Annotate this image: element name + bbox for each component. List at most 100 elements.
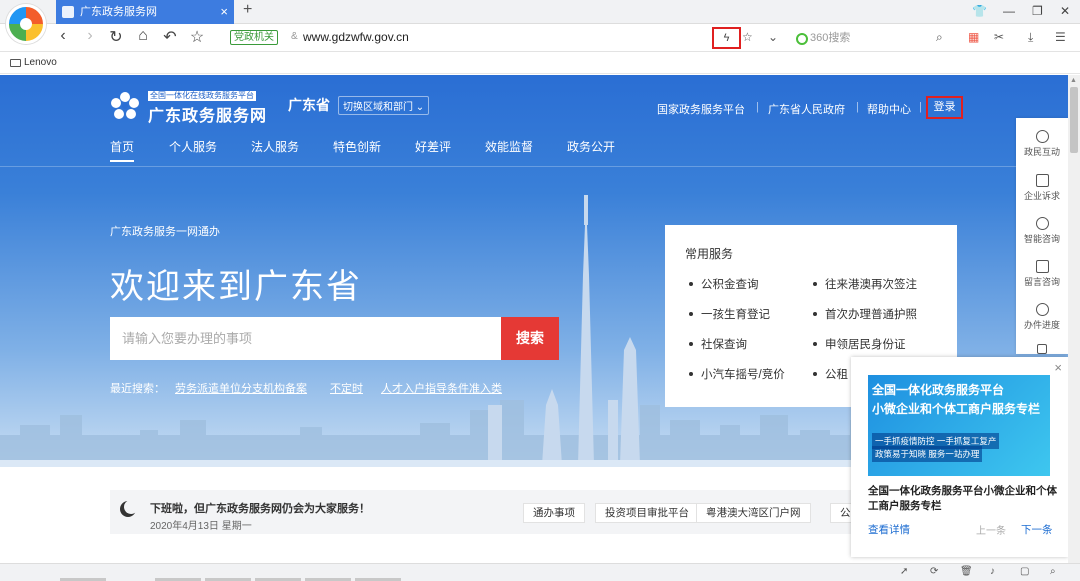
sidebar-item-smart-consult[interactable]: 智能咨询	[1016, 217, 1068, 245]
provincial-gov-link[interactable]: 广东省人民政府	[768, 101, 845, 117]
zoom-icon[interactable]: ▢	[1020, 566, 1029, 577]
bookmark-star-icon[interactable]: ☆	[742, 30, 753, 44]
back-icon[interactable]: ‹	[53, 27, 73, 45]
divider: |	[756, 101, 759, 113]
scissors-icon[interactable]: ✂	[994, 30, 1004, 44]
quick-link[interactable]: 粤港澳大湾区门户网	[696, 503, 811, 523]
quick-link[interactable]: 通办事项	[523, 503, 585, 523]
favorite-star-icon[interactable]: ☆	[187, 27, 207, 47]
banner-tag: 政策易于知晓 服务一站办理	[872, 446, 983, 462]
scroll-up-icon[interactable]: ▲	[1070, 77, 1077, 84]
web-page: 全国一体化在线政务服务平台 广东政务服务网 广东省 切换区域和部门 ⌄ 国家政务…	[0, 75, 1068, 563]
promo-banner[interactable]: 全国一体化政务服务平台 小微企业和个体工商户服务专栏 一手抓疫情防控 一手抓复工…	[868, 375, 1050, 476]
bookmark-bar: Lenovo	[0, 53, 1080, 74]
logo-name: 广东政务服务网	[148, 108, 268, 125]
popup-title[interactable]: 全国一体化政务服务平台小微企业和个体工商户服务专栏	[868, 484, 1058, 514]
service-link[interactable]: 首次办理普通护照	[813, 306, 917, 322]
chat-icon	[1035, 130, 1049, 143]
speed-mode-icon[interactable]: ϟ	[712, 27, 741, 49]
nav-divider	[0, 166, 1068, 167]
sidebar-item-interaction[interactable]: 政民互动	[1016, 130, 1068, 158]
recent-search-link[interactable]: 不定时	[330, 380, 363, 396]
undo-icon[interactable]: ↶	[160, 27, 180, 47]
notice-strip: 下班啦，但广东政务服务网仍会为大家服务！ 2020年4月13日 星期一 通办事项…	[110, 490, 890, 534]
folder-icon	[10, 59, 21, 67]
nav-corporate[interactable]: 法人服务	[251, 138, 299, 155]
address-bar: ‹ › ↻ ⌂ ↶ ☆ 党政机关 & www.gdzwfw.gov.cn ϟ ☆…	[0, 24, 1080, 52]
search-button[interactable]: 搜索	[501, 317, 559, 360]
service-link[interactable]: 往来港澳再次签注	[813, 276, 917, 292]
nav-disclosure[interactable]: 政务公开	[567, 138, 615, 155]
url-field[interactable]: www.gdzwfw.gov.cn	[303, 30, 409, 44]
service-link[interactable]: 公积金查询	[689, 276, 759, 292]
magnifier-icon[interactable]: ⌕	[1050, 566, 1056, 577]
service-link[interactable]: 小汽车摇号/竞价	[689, 366, 785, 382]
flower-logo-icon	[111, 92, 139, 119]
login-button[interactable]: 登录	[926, 96, 963, 119]
menu-icon[interactable]: ☰	[1055, 30, 1066, 44]
recent-search-link[interactable]: 劳务派遣单位分支机构备案	[175, 380, 307, 396]
sidebar-label: 政民互动	[1023, 147, 1060, 157]
scrollbar[interactable]: ▲	[1068, 75, 1080, 563]
notice-date: 2020年4月13日 星期一	[150, 521, 252, 532]
sidebar-item-progress[interactable]: 办件进度	[1016, 303, 1068, 331]
help-center-link[interactable]: 帮助中心	[867, 101, 911, 117]
switch-region-button[interactable]: 切换区域和部门 ⌄	[338, 96, 430, 115]
floating-sidebar: 政民互动 企业诉求 智能咨询 留言咨询 办件进度	[1016, 118, 1068, 354]
view-details-link[interactable]: 查看详情	[868, 522, 910, 537]
minimize-icon[interactable]: —	[1003, 4, 1015, 18]
sidebar-label: 企业诉求	[1023, 191, 1060, 201]
service-link[interactable]: 社保查询	[689, 336, 747, 352]
next-link[interactable]: 下一条	[1021, 522, 1053, 537]
divider: |	[919, 101, 922, 113]
skin-icon[interactable]: 👕	[972, 4, 987, 18]
sidebar-label: 办件进度	[1023, 320, 1060, 330]
close-window-icon[interactable]: ✕	[1060, 4, 1070, 18]
close-tab-icon[interactable]: ×	[220, 0, 228, 24]
service-link[interactable]: 一孩生育登记	[689, 306, 770, 322]
download-icon[interactable]: ⤓	[1028, 30, 1033, 45]
sidebar-item-enterprise[interactable]: 企业诉求	[1016, 174, 1068, 202]
headset-icon	[1035, 217, 1049, 230]
quick-link[interactable]: 投资项目审批平台	[595, 503, 699, 523]
national-platform-link[interactable]: 国家政务服务平台	[657, 101, 745, 117]
hero-subheading: 广东政务服务一网通办	[110, 226, 220, 238]
nav-supervision[interactable]: 效能监督	[485, 138, 533, 155]
sidebar-label: 留言咨询	[1023, 277, 1060, 287]
sync-icon[interactable]: ⟳	[930, 566, 938, 577]
new-tab-button[interactable]: +	[243, 1, 252, 19]
search-icon[interactable]: ⌕	[936, 30, 943, 45]
apps-icon[interactable]: ▦	[968, 30, 979, 44]
sound-icon[interactable]: ♪	[990, 566, 995, 577]
trash-icon[interactable]: 🗑	[960, 566, 973, 577]
sidebar-item-more[interactable]	[1016, 344, 1068, 356]
service-link[interactable]: 申领居民身份证	[813, 336, 906, 352]
home-icon[interactable]: ⌂	[133, 27, 153, 45]
service-search-input[interactable]: 请输入您要办理的事项	[110, 317, 501, 360]
bookmark-lenovo[interactable]: Lenovo	[24, 57, 57, 68]
divider: |	[856, 101, 859, 113]
province-label: 广东省	[288, 97, 330, 113]
status-bar: ➚ ⟳ 🗑 ♪ ▢ ⌕	[0, 563, 1080, 581]
sidebar-item-message[interactable]: 留言咨询	[1016, 260, 1068, 288]
previous-link[interactable]: 上一条	[976, 522, 1006, 537]
close-icon[interactable]: ×	[1054, 360, 1062, 375]
nav-innovation[interactable]: 特色创新	[333, 138, 381, 155]
rocket-icon[interactable]: ➚	[900, 566, 908, 577]
active-tab[interactable]: 广东政务服务网 ×	[56, 0, 234, 24]
site-info-icon[interactable]: &	[291, 31, 298, 42]
dropdown-icon[interactable]: ⌄	[768, 30, 778, 44]
service-link[interactable]: 公租	[813, 366, 848, 382]
browser-logo-icon[interactable]	[6, 4, 46, 44]
nav-rating[interactable]: 好差评	[415, 138, 451, 155]
restore-icon[interactable]: ❐	[1032, 4, 1043, 18]
clock-icon	[1035, 303, 1049, 316]
recent-search-link[interactable]: 人才入户指导条件准入类	[381, 380, 502, 396]
scroll-thumb[interactable]	[1070, 87, 1078, 153]
site-logo[interactable]: 全国一体化在线政务服务平台 广东政务服务网	[110, 89, 280, 125]
nav-personal[interactable]: 个人服务	[169, 138, 217, 155]
search-engine-field[interactable]: 360搜索	[796, 28, 956, 48]
forward-icon[interactable]: ›	[80, 27, 100, 45]
nav-home[interactable]: 首页	[110, 138, 135, 162]
refresh-icon[interactable]: ↻	[106, 27, 126, 47]
